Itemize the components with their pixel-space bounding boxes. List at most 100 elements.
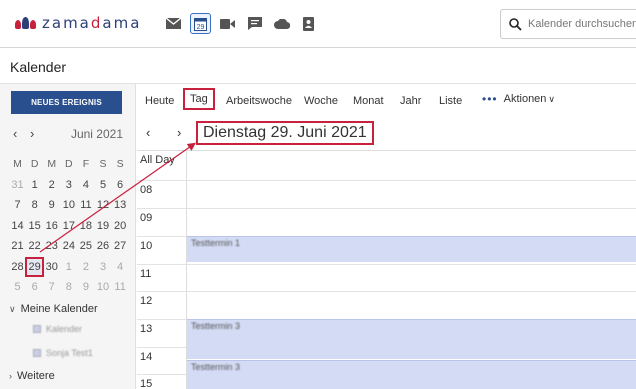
mini-day[interactable]: 3 (60, 179, 77, 191)
search-input[interactable] (528, 18, 636, 30)
chat-icon[interactable] (244, 13, 265, 34)
calendar-event[interactable]: Testtermin 3 (187, 319, 636, 359)
mini-prev-month-icon[interactable]: ‹ (13, 126, 17, 141)
mini-day[interactable]: 11 (77, 199, 94, 211)
contacts-icon[interactable] (298, 13, 319, 34)
chevron-down-icon: ∨ (548, 93, 556, 104)
mini-next-month-icon[interactable]: › (30, 126, 34, 141)
mail-icon[interactable] (163, 13, 184, 34)
mini-month-label: Juni 2021 (70, 127, 123, 141)
calendar-item[interactable]: Sonja Test1 (33, 348, 93, 358)
calendar-event[interactable]: Testtermin 3 (187, 360, 636, 389)
mini-day[interactable]: 25 (77, 240, 94, 252)
mini-day[interactable]: 17 (60, 220, 77, 232)
mini-day[interactable]: 24 (60, 240, 77, 252)
current-date-label: Dienstag 29. Juni 2021 (196, 121, 374, 145)
mini-day[interactable]: 5 (94, 179, 111, 191)
weekday-label: F (82, 158, 90, 171)
mini-day[interactable]: 3 (94, 261, 111, 273)
mini-day[interactable]: 7 (9, 199, 26, 211)
mini-day[interactable]: 4 (77, 179, 94, 191)
zamadama-logo[interactable]: zamadama (15, 14, 141, 32)
mini-day[interactable]: 28 (9, 261, 26, 273)
mini-day[interactable]: 1 (26, 179, 43, 191)
actions-label: Aktionen (503, 93, 547, 105)
hour-row[interactable]: 11 (137, 264, 636, 292)
mini-day[interactable]: 5 (9, 281, 26, 293)
more-calendars-label: Weitere (17, 370, 55, 382)
all-day-row[interactable]: All Day (137, 151, 636, 180)
tab-list[interactable]: Liste (439, 95, 462, 107)
tab-month[interactable]: Monat (353, 95, 384, 107)
mini-day[interactable]: 19 (94, 220, 111, 232)
prev-day-icon[interactable]: ‹ (146, 125, 150, 140)
cloud-icon[interactable] (271, 13, 292, 34)
view-toolbar: Heute Tag Arbeitswoche Woche Monat Jahr … (137, 84, 636, 117)
mini-day[interactable]: 7 (43, 281, 60, 293)
actions-menu[interactable]: ••• Aktionen ∨ (482, 92, 555, 106)
mini-day[interactable]: 10 (94, 281, 111, 293)
today-button[interactable]: Heute (145, 95, 174, 107)
hour-row[interactable]: 09 (137, 208, 636, 236)
tab-year[interactable]: Jahr (400, 95, 421, 107)
mini-day[interactable]: 26 (94, 240, 111, 252)
calendar-icon[interactable]: 29 (190, 13, 211, 34)
mini-day[interactable]: 16 (43, 220, 60, 232)
mini-day[interactable]: 9 (77, 281, 94, 293)
more-dots-icon: ••• (482, 92, 498, 106)
mini-calendar-nav: ‹ › Juni 2021 (13, 126, 123, 142)
event-title: Testtermin 3 (191, 362, 241, 372)
hour-label: 09 (140, 212, 153, 224)
event-title: Testtermin 1 (191, 238, 241, 248)
week-row: 21 22 23 24 25 26 27 (9, 236, 129, 257)
day-grid: All Day 08 09 10 11 12 13 14 15 Testterm… (137, 150, 636, 389)
mini-day[interactable]: 4 (112, 261, 129, 273)
mini-day[interactable]: 22 (26, 240, 43, 252)
week-row: 14 15 16 17 18 19 20 (9, 216, 129, 237)
mini-day[interactable]: 20 (112, 220, 129, 232)
more-calendars-toggle[interactable]: › Weitere (9, 370, 55, 382)
calendar-checkbox[interactable] (33, 349, 41, 357)
mini-day[interactable]: 6 (112, 179, 129, 191)
next-day-icon[interactable]: › (177, 125, 181, 140)
search-box[interactable] (500, 9, 636, 39)
mini-day[interactable]: 23 (43, 240, 60, 252)
mini-day[interactable]: 15 (26, 220, 43, 232)
mini-day[interactable]: 2 (77, 261, 94, 273)
chevron-right-icon: › (9, 371, 12, 381)
mini-day[interactable]: 27 (112, 240, 129, 252)
mini-day[interactable]: 31 (9, 179, 26, 191)
mini-day[interactable]: 12 (94, 199, 111, 211)
hour-label: 12 (140, 295, 153, 307)
calendar-event[interactable]: Testtermin 1 (187, 236, 636, 262)
mini-day[interactable]: 9 (43, 199, 60, 211)
my-calendars-toggle[interactable]: ∨ Meine Kalender (9, 303, 98, 315)
weekday-label: S (116, 158, 124, 171)
mini-day[interactable]: 18 (77, 220, 94, 232)
mini-day[interactable]: 10 (60, 199, 77, 211)
mini-day[interactable]: 14 (9, 220, 26, 232)
tab-workweek[interactable]: Arbeitswoche (226, 95, 292, 107)
mini-day[interactable]: 8 (60, 281, 77, 293)
search-icon (509, 17, 522, 31)
hour-row[interactable]: 12 (137, 291, 636, 319)
new-event-button[interactable]: NEUES EREIGNIS (11, 91, 122, 114)
mini-day[interactable]: 1 (60, 261, 77, 273)
hour-row[interactable]: 08 (137, 180, 636, 208)
calendar-checkbox[interactable] (33, 325, 41, 333)
sidebar: NEUES EREIGNIS ‹ › Juni 2021 M D M D F S… (0, 84, 136, 389)
tab-week[interactable]: Woche (304, 95, 338, 107)
mini-day[interactable]: 6 (26, 281, 43, 293)
mini-day[interactable]: 2 (43, 179, 60, 191)
mini-day-selected[interactable]: 29 (25, 256, 45, 277)
mini-day[interactable]: 30 (43, 261, 60, 273)
tab-day[interactable]: Tag (183, 88, 215, 110)
mini-day[interactable]: 21 (9, 240, 26, 252)
mini-day[interactable]: 8 (26, 199, 43, 211)
calendar-item[interactable]: Kalender (33, 324, 82, 334)
video-icon[interactable] (217, 13, 238, 34)
weekday-label: D (30, 158, 39, 171)
mini-day[interactable]: 11 (112, 281, 129, 293)
weekday-label: M (13, 158, 22, 171)
mini-day[interactable]: 13 (112, 199, 129, 211)
